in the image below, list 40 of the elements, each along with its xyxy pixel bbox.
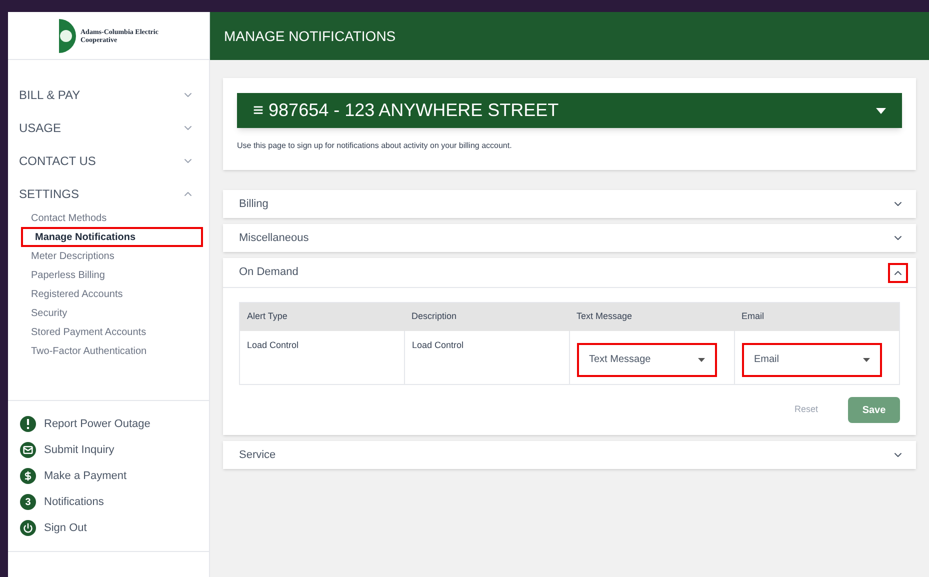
sidebar-item[interactable]: Paperless Billing [19, 265, 198, 285]
quick-link[interactable]: Sign Out [44, 520, 87, 536]
sidebar-section[interactable]: CONTACT US [19, 144, 198, 177]
dropdown-field[interactable]: Email [742, 342, 882, 376]
intro-text: Use this page to sign up for notifications about activity on your billing account. [237, 140, 513, 152]
caret-icon [698, 358, 705, 362]
table-cell: Load Control [404, 330, 570, 384]
sidebar-item[interactable]: Contact Methods [19, 208, 198, 228]
column-header: Alert Type [240, 302, 404, 330]
quick-link[interactable]: Submit Inquiry [44, 442, 114, 458]
sidebar-item[interactable]: Meter Descriptions [19, 246, 198, 266]
dropdown-field[interactable]: Text Message [577, 342, 717, 376]
mail-icon [20, 442, 36, 458]
sidebar-item[interactable]: Stored Payment Accounts [19, 322, 198, 342]
page-header: MANAGE NOTIFICATIONS [210, 12, 929, 60]
column-header: Text Message [570, 302, 734, 330]
table-cell: Load Control [240, 330, 404, 384]
accordion-header[interactable]: Service [223, 441, 916, 469]
quick-link[interactable]: Report Power Outage [44, 416, 150, 432]
column-header: Description [404, 302, 570, 330]
sidebar-section[interactable]: BILL & PAY [19, 78, 198, 111]
sidebar-item[interactable]: Registered Accounts [19, 284, 198, 304]
caret-icon [863, 358, 870, 362]
account-selector[interactable]: ≡ 987654 - 123 ANYWHERE STREET [237, 93, 902, 128]
sidebar-item[interactable]: Two-Factor Authentication [19, 341, 198, 361]
sidebar-item[interactable]: Manage Notifications [21, 227, 203, 247]
column-header: Email [734, 302, 900, 330]
sidebar-item[interactable]: Security [19, 303, 198, 323]
sidebar-section[interactable]: SETTINGS [19, 177, 198, 210]
quick-link[interactable]: Make a Payment [44, 468, 127, 484]
accordion-header[interactable]: Miscellaneous [223, 224, 916, 252]
power-icon [20, 520, 36, 536]
sidebar-section[interactable]: USAGE [19, 111, 198, 144]
count-badge: 3 [20, 494, 36, 510]
caret-icon [876, 108, 886, 114]
alert-icon [20, 416, 36, 432]
dollar-icon [20, 468, 36, 484]
accordion-header[interactable]: Billing [223, 190, 916, 218]
quick-link[interactable]: Notifications [44, 494, 104, 510]
accordion-header[interactable]: On Demand [223, 258, 916, 288]
